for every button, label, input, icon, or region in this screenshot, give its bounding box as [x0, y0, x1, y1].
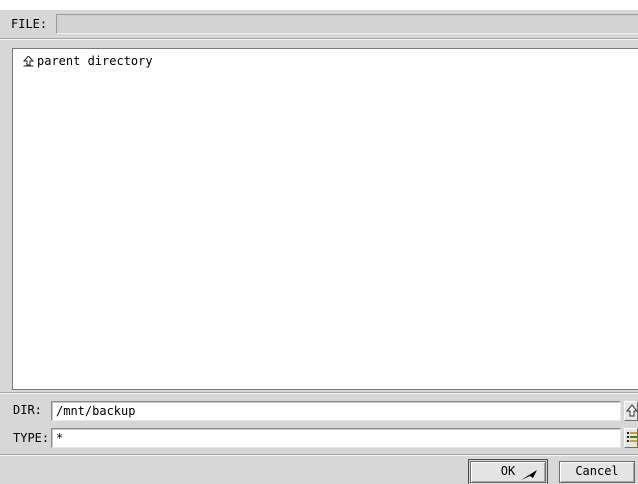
- file-label: FILE:: [11, 17, 48, 31]
- type-input[interactable]: *: [51, 428, 621, 448]
- type-label: TYPE:: [13, 431, 50, 445]
- list-item-label: parent directory: [37, 54, 153, 68]
- file-row: FILE:: [0, 10, 638, 38]
- mouse-pointer-icon: [521, 470, 537, 480]
- list-item[interactable]: parent directory: [22, 53, 153, 69]
- file-input[interactable]: [56, 14, 638, 34]
- file-dialog: FILE: parent directory DIR: /mnt/backup …: [0, 10, 638, 484]
- dir-label: DIR:: [13, 403, 42, 417]
- dir-up-button[interactable]: [624, 401, 638, 421]
- dir-input[interactable]: /mnt/backup: [51, 401, 621, 421]
- bottom-divider-highlight: [0, 393, 638, 394]
- up-folder-icon: [626, 404, 638, 417]
- button-divider-highlight: [0, 455, 638, 456]
- file-list[interactable]: parent directory: [12, 48, 638, 390]
- top-divider-highlight: [0, 39, 638, 40]
- type-list-button[interactable]: [624, 428, 638, 448]
- file-list-icon: [627, 432, 637, 442]
- cancel-button[interactable]: Cancel: [559, 461, 635, 483]
- up-arrow-icon: [22, 53, 37, 69]
